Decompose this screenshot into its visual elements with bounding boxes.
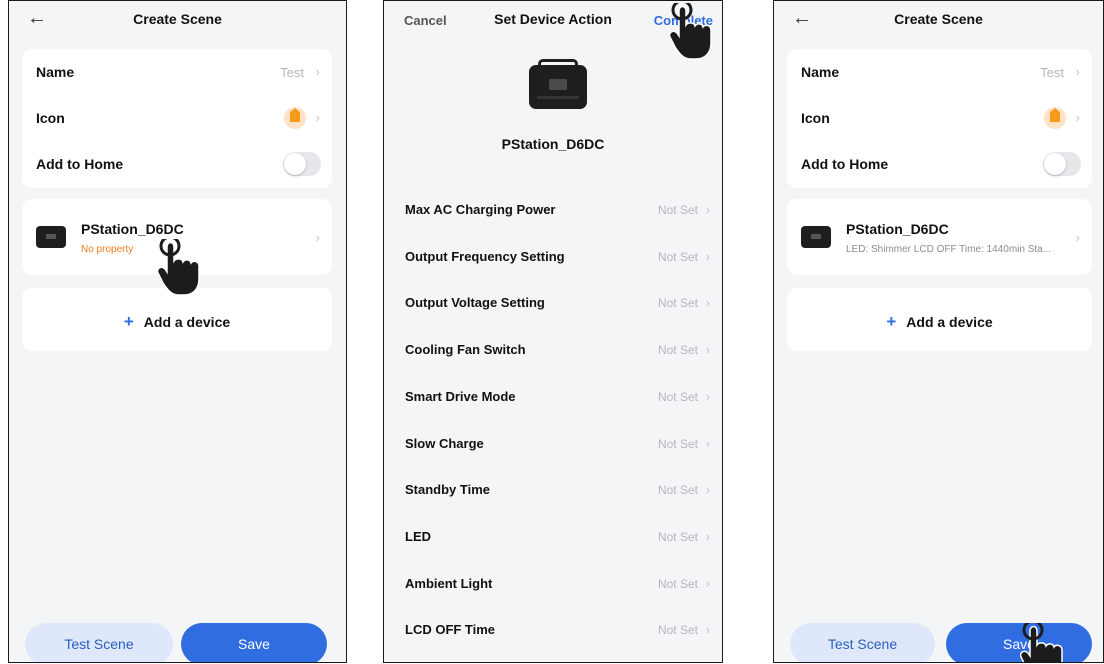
action-value: Not Set: [657, 436, 698, 451]
power-station-icon: [36, 226, 66, 248]
action-value: Not Set: [657, 296, 698, 311]
action-value: Not Set: [657, 483, 698, 498]
icon-label: Icon: [801, 110, 830, 126]
action-value: Not Set: [657, 389, 698, 404]
chevron-right-icon: ›: [1075, 230, 1080, 245]
add-device-button[interactable]: + Add a device: [787, 312, 1092, 332]
action-value: Not Set: [657, 343, 698, 358]
chevron-right-icon: ›: [705, 248, 710, 264]
action-value: Not Set: [657, 576, 698, 591]
power-station-icon: [801, 226, 831, 248]
add-device-label: Add a device: [906, 314, 993, 330]
chevron-right-icon: ›: [315, 64, 320, 79]
create-scene-screen-2: ← Create Scene Name Test › Icon › Add to…: [773, 0, 1104, 663]
add-device-label: Add a device: [143, 314, 231, 330]
set-device-action-screen: Cancel Set Device Action Complete PStati…: [383, 0, 723, 663]
add-to-home-label: Add to Home: [36, 156, 124, 172]
device-card[interactable]: PStation_D6DC LED: Shimmer LCD OFF Time:…: [787, 199, 1092, 275]
name-label: Name: [36, 64, 75, 80]
icon-label: Icon: [36, 110, 65, 126]
chevron-right-icon: ›: [705, 295, 710, 311]
device-name: PStation_D6DC: [846, 221, 949, 237]
name-row[interactable]: Name Test ›: [787, 49, 1092, 95]
tap-hand-icon: [157, 239, 201, 297]
action-row[interactable]: Output Voltage Setting Not Set ›: [384, 281, 722, 327]
device-name: PStation_D6DC: [501, 136, 605, 152]
action-label: LED: [405, 528, 431, 544]
add-to-home-toggle[interactable]: [283, 152, 321, 176]
add-to-home-label: Add to Home: [801, 156, 889, 172]
tap-hand-icon: [1020, 623, 1064, 662]
name-row[interactable]: Name Test ›: [22, 49, 332, 95]
add-to-home-toggle[interactable]: [1043, 152, 1081, 176]
action-value: Not Set: [657, 623, 698, 638]
action-label: Max AC Charging Power: [405, 202, 556, 217]
header: ← Create Scene: [774, 1, 1103, 39]
action-value: Not Set: [657, 249, 698, 264]
page-title: Create Scene: [133, 11, 222, 27]
device-subtitle: No property: [81, 244, 134, 255]
icon-row[interactable]: Icon ›: [22, 95, 332, 141]
chevron-right-icon: ›: [705, 388, 710, 404]
name-value: Test: [1040, 65, 1064, 80]
settings-card: Name Test › Icon › Add to Home: [787, 49, 1092, 188]
plus-icon: +: [886, 312, 897, 331]
save-button[interactable]: Save: [181, 623, 327, 662]
power-station-image: [529, 59, 587, 109]
house-icon: [1044, 107, 1066, 129]
action-value: Not Set: [657, 529, 698, 544]
action-row[interactable]: Max AC Charging Power Not Set ›: [384, 188, 722, 234]
action-row[interactable]: LCD OFF Time Not Set ›: [384, 608, 722, 654]
page-title: Create Scene: [894, 11, 983, 27]
action-row[interactable]: Cooling Fan Switch Not Set ›: [384, 328, 722, 374]
icon-row[interactable]: Icon ›: [787, 95, 1092, 141]
chevron-right-icon: ›: [705, 575, 710, 591]
action-row[interactable]: Standby Time Not Set ›: [384, 468, 722, 514]
add-device-card[interactable]: + Add a device: [787, 288, 1092, 351]
action-label: Ambient Light: [405, 575, 493, 591]
action-row[interactable]: Output Frequency Setting Not Set ›: [384, 235, 722, 281]
header: ← Create Scene: [9, 1, 346, 39]
device-subtitle: LED: Shimmer LCD OFF Time: 1440min Sta..…: [846, 244, 1052, 255]
chevron-right-icon: ›: [705, 202, 710, 217]
settings-card: Name Test › Icon › Add to Home: [22, 49, 332, 188]
action-label: Slow Charge: [405, 435, 484, 451]
device-name: PStation_D6DC: [81, 221, 184, 237]
action-label: Standby Time: [405, 482, 491, 498]
action-row[interactable]: LED Not Set ›: [384, 515, 722, 561]
chevron-right-icon: ›: [315, 110, 320, 125]
chevron-right-icon: ›: [1075, 64, 1080, 79]
name-value: Test: [280, 65, 304, 80]
tap-hand-icon: [669, 3, 713, 61]
test-scene-button[interactable]: Test Scene: [790, 623, 935, 662]
action-row[interactable]: Smart Drive Mode Not Set ›: [384, 375, 722, 421]
action-label: Smart Drive Mode: [405, 388, 516, 404]
action-label: Cooling Fan Switch: [405, 342, 526, 358]
house-icon: [284, 107, 306, 129]
chevron-right-icon: ›: [705, 482, 710, 498]
add-device-button[interactable]: + Add a device: [22, 312, 332, 332]
chevron-right-icon: ›: [705, 435, 710, 451]
create-scene-screen-1: ← Create Scene Name Test › Icon › Add to…: [8, 0, 347, 663]
chevron-right-icon: ›: [705, 622, 710, 638]
action-label: LCD OFF Time: [405, 622, 496, 638]
action-label: Output Voltage Setting: [405, 295, 545, 311]
add-to-home-row: Add to Home: [22, 141, 332, 187]
action-value: Not Set: [657, 203, 698, 217]
chevron-right-icon: ›: [315, 230, 320, 245]
chevron-right-icon: ›: [1075, 110, 1080, 125]
chevron-right-icon: ›: [705, 342, 710, 358]
chevron-right-icon: ›: [705, 528, 710, 544]
plus-icon: +: [123, 312, 134, 331]
action-row[interactable]: Ambient Light Not Set ›: [384, 562, 722, 608]
action-label: Output Frequency Setting: [405, 248, 565, 264]
add-to-home-row: Add to Home: [787, 141, 1092, 187]
name-label: Name: [801, 64, 840, 80]
action-row[interactable]: Slow Charge Not Set ›: [384, 422, 722, 468]
test-scene-button[interactable]: Test Scene: [25, 623, 173, 662]
